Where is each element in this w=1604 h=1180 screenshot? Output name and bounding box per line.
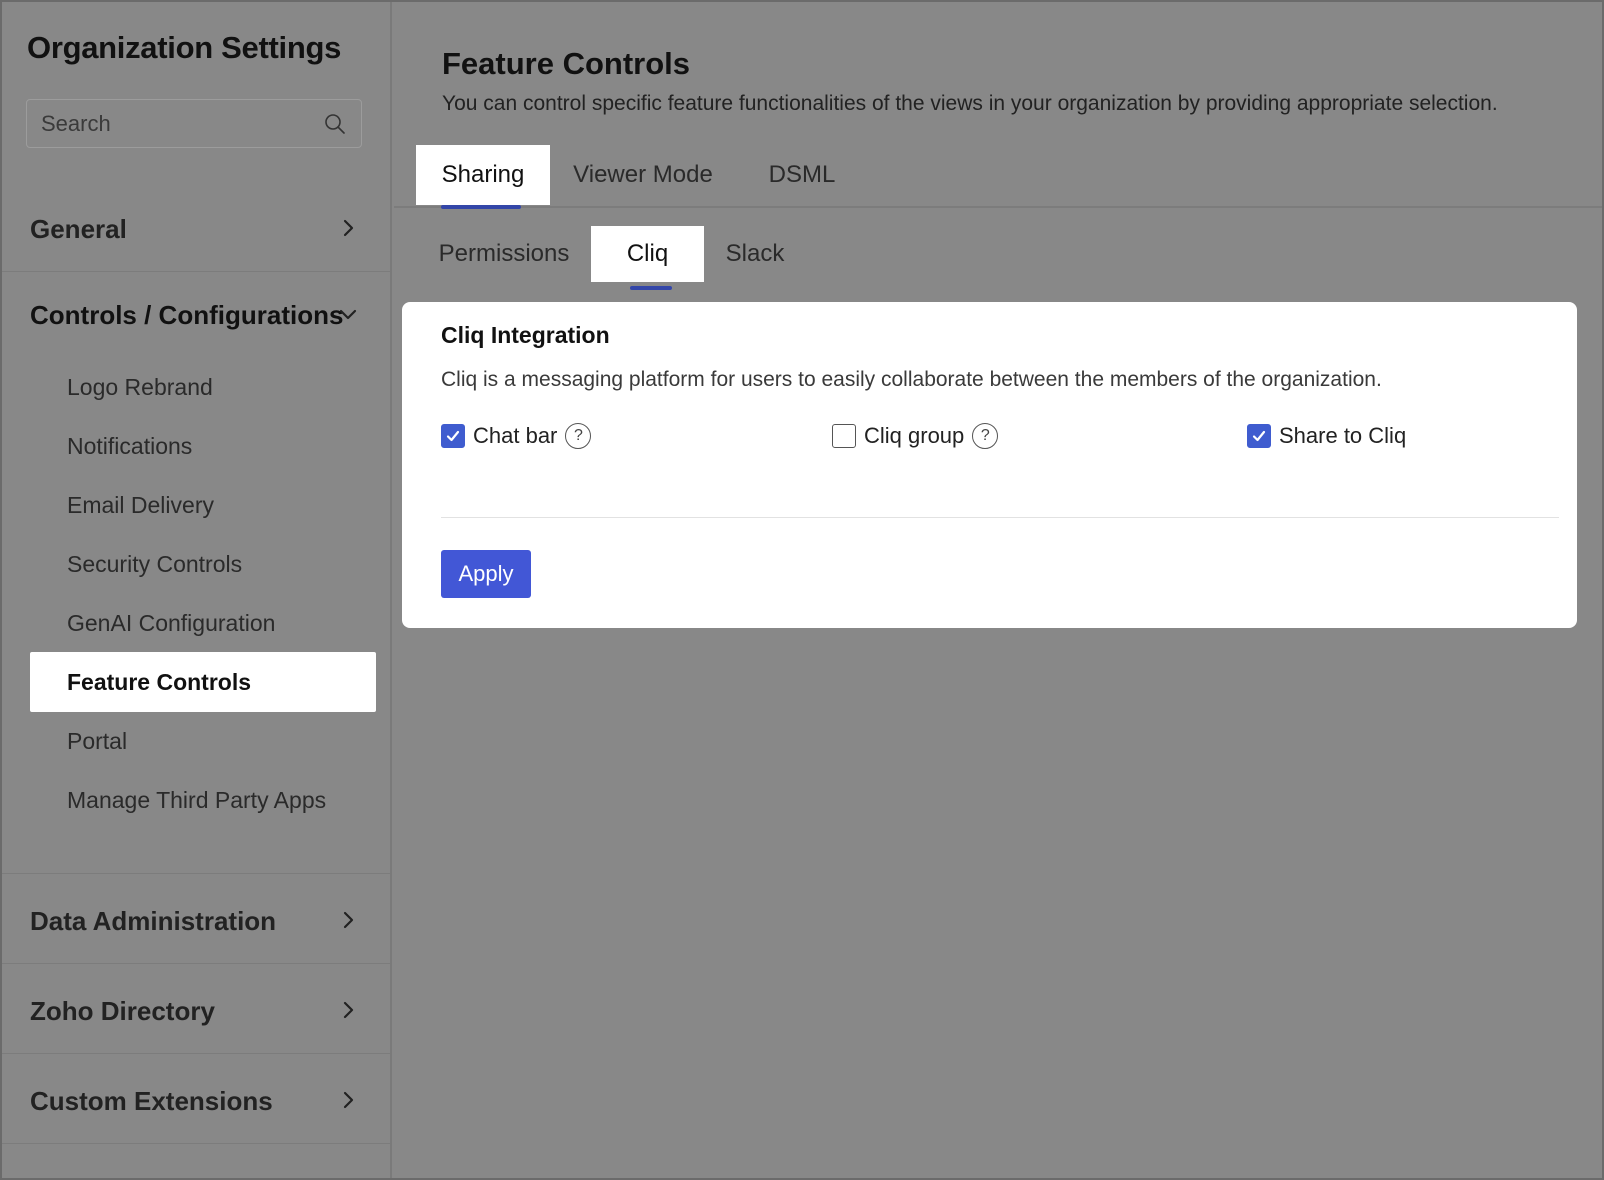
- chevron-down-icon[interactable]: [338, 304, 358, 324]
- option-label: Share to Cliq: [1279, 423, 1407, 448]
- page-description: You can control specific feature functio…: [442, 92, 1498, 115]
- card-title: Cliq Integration: [441, 322, 610, 348]
- subtab-slack[interactable]: Slack: [724, 226, 786, 282]
- tab-dsml[interactable]: DSML: [766, 145, 838, 205]
- sidebar-item-genai-configuration[interactable]: GenAI Configuration: [30, 593, 376, 653]
- sidebar-item-manage-third-party-apps[interactable]: Manage Third Party Apps: [30, 770, 376, 830]
- apply-button[interactable]: Apply: [441, 550, 531, 598]
- search-icon[interactable]: [323, 112, 347, 136]
- page-title: Feature Controls: [442, 46, 691, 81]
- sidebar-section-label: General: [30, 214, 127, 244]
- search-input[interactable]: [41, 110, 311, 138]
- sidebar-section-controls: Controls / Configurations Logo Rebrand N…: [2, 272, 390, 874]
- tabs-divider: [394, 206, 1602, 208]
- sidebar-item-portal[interactable]: Portal: [30, 711, 376, 771]
- sidebar-item-security-controls[interactable]: Security Controls: [30, 534, 376, 594]
- sidebar-section-custom-extensions[interactable]: Custom Extensions: [2, 1054, 390, 1144]
- tab-sharing[interactable]: Sharing: [416, 145, 550, 205]
- app-window: Organization Settings General Controls /…: [0, 0, 1604, 1180]
- help-icon[interactable]: ?: [565, 423, 592, 449]
- chevron-right-icon: [343, 219, 354, 237]
- sidebar-item-email-delivery[interactable]: Email Delivery: [30, 475, 376, 535]
- chevron-right-icon: [343, 1001, 354, 1019]
- card-description: Cliq is a messaging platform for users t…: [441, 368, 1382, 391]
- cliq-group-checkbox[interactable]: [832, 424, 856, 448]
- option-label: Chat bar: [473, 423, 558, 448]
- sidebar-item-logo-rebrand[interactable]: Logo Rebrand: [30, 357, 376, 417]
- sidebar-section-label: Custom Extensions: [30, 1086, 273, 1116]
- option-chat-bar[interactable]: Chat bar ?: [441, 420, 592, 452]
- active-subtab-indicator: [630, 286, 672, 290]
- option-cliq-group[interactable]: Cliq group ?: [832, 420, 999, 452]
- checkmark-icon: [446, 430, 460, 442]
- subtab-permissions[interactable]: Permissions: [436, 226, 572, 282]
- sidebar-section-label: Zoho Directory: [30, 996, 215, 1026]
- chat-bar-checkbox[interactable]: [441, 424, 465, 448]
- sidebar-item-notifications[interactable]: Notifications: [30, 416, 376, 476]
- sidebar-section-data-administration[interactable]: Data Administration: [2, 874, 390, 964]
- subtab-cliq[interactable]: Cliq: [591, 226, 704, 282]
- sidebar-section-label: Controls / Configurations: [30, 300, 344, 330]
- option-label: Cliq group: [864, 423, 965, 448]
- search-box: [26, 99, 362, 148]
- help-icon[interactable]: ?: [972, 423, 999, 449]
- checkmark-icon: [1252, 430, 1266, 442]
- sidebar-title: Organization Settings: [27, 30, 342, 65]
- tab-viewer-mode[interactable]: Viewer Mode: [570, 145, 716, 205]
- main-content: Feature Controls You can control specifi…: [394, 2, 1602, 1178]
- cliq-integration-card: Cliq Integration Cliq is a messaging pla…: [402, 302, 1577, 628]
- option-share-to-cliq[interactable]: Share to Cliq: [1247, 420, 1406, 452]
- sidebar: Organization Settings General Controls /…: [2, 2, 392, 1178]
- chevron-right-icon: [343, 1091, 354, 1109]
- sidebar-section-label: Data Administration: [30, 906, 277, 936]
- active-tab-indicator: [441, 205, 521, 209]
- sidebar-section-zoho-directory[interactable]: Zoho Directory: [2, 964, 390, 1054]
- share-to-cliq-checkbox[interactable]: [1247, 424, 1271, 448]
- card-divider: [441, 517, 1559, 518]
- chevron-right-icon: [343, 911, 354, 929]
- sidebar-section-general[interactable]: General: [2, 182, 390, 272]
- sidebar-item-feature-controls[interactable]: Feature Controls: [30, 652, 376, 712]
